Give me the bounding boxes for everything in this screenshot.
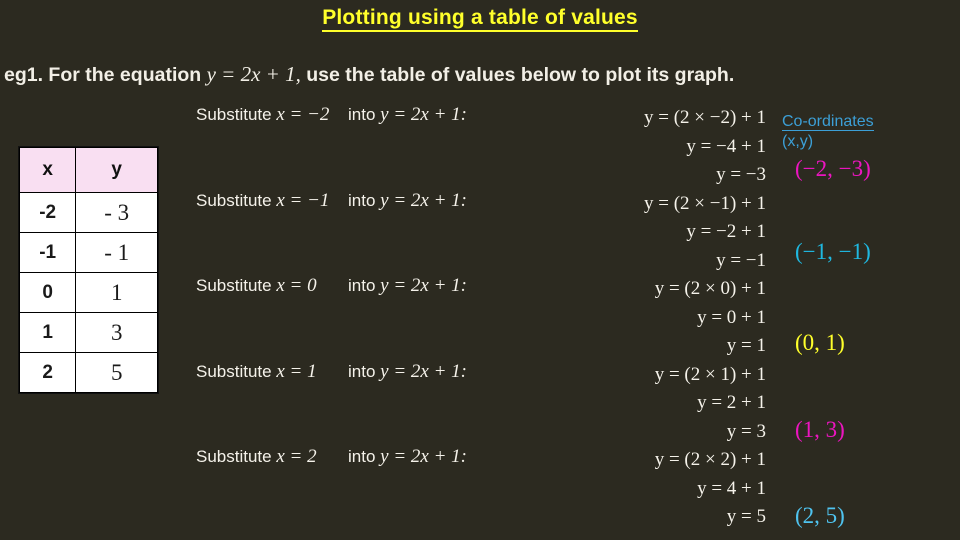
substitute-x-value: x = 0	[276, 275, 317, 296]
step-line: y = (2 × −1) + 1	[643, 192, 766, 214]
table-row: -1 - 1	[18, 232, 158, 273]
substitution-block: Substitute x = 1 into y = 2x + 1: y = (2 …	[196, 361, 766, 447]
substitute-x-value: x = 2	[276, 446, 317, 467]
step-line: y = (2 × 2) + 1	[654, 449, 766, 470]
substitute-label: Substitute	[196, 190, 272, 210]
step-line: y = 4 + 1	[697, 477, 766, 499]
substitution-steps: y = (2 × −1) + 1 y = −2 + 1 y = −1	[536, 190, 766, 276]
step-line: y = 0 + 1	[697, 306, 766, 328]
step-line: y = −3	[716, 164, 766, 185]
substitution-line: Substitute x = 0 into y = 2x + 1:	[196, 275, 523, 297]
cell-y: 1	[75, 272, 158, 313]
coordinate-pair: (2, 5)	[795, 503, 845, 528]
step-line: y = 1	[726, 335, 766, 356]
step-line: y = −2 + 1	[686, 221, 766, 242]
coordinate-pair: (−2, −3)	[795, 156, 871, 181]
cell-x: -2	[18, 192, 77, 233]
substitute-x-value: x = −1	[276, 189, 330, 211]
substitute-label: Substitute	[196, 361, 272, 381]
into-label: into	[348, 190, 376, 210]
step-line: y = (2 × 0) + 1	[654, 278, 766, 299]
step-line: y = (2 × 1) + 1	[654, 363, 766, 385]
substitute-equation: y = 2x + 1:	[380, 104, 467, 125]
substitution-block: Substitute x = 0 into y = 2x + 1: y = (2 …	[196, 275, 766, 361]
substitution-steps: y = (2 × 2) + 1 y = 4 + 1 y = 5	[536, 446, 766, 532]
cell-x: 2	[18, 352, 77, 393]
table-row: -2 - 3	[18, 192, 158, 233]
coordinate-pair: (0, 1)	[795, 330, 845, 355]
into-label: into	[348, 276, 376, 295]
page-title: Plotting using a table of values	[0, 6, 960, 32]
substitution-working: Substitute x = −2 into y = 2x + 1: y = (2…	[196, 104, 766, 532]
table-header-x: x	[18, 147, 77, 193]
step-line: y = 2 + 1	[697, 392, 766, 413]
substitution-steps: y = (2 × −2) + 1 y = −4 + 1 y = −3	[536, 104, 766, 190]
substitute-label: Substitute	[196, 447, 272, 466]
question-equation: y = 2x + 1,	[206, 62, 301, 86]
cell-x: -1	[18, 232, 77, 273]
substitute-x-value: x = 1	[276, 360, 317, 382]
substitute-label: Substitute	[196, 105, 272, 124]
table-row: 1 3	[18, 312, 158, 353]
cell-y: - 1	[75, 232, 158, 273]
table-of-values: x y -2 - 3 -1 - 1 0 1 1 3 2 5	[18, 147, 158, 393]
coordinate-pair: (1, 3)	[795, 417, 845, 442]
cell-y: 3	[75, 312, 158, 353]
cell-x: 0	[18, 272, 77, 313]
substitution-line: Substitute x = 1 into y = 2x + 1:	[196, 361, 523, 383]
substitution-block: Substitute x = −1 into y = 2x + 1: y = (2…	[196, 190, 766, 276]
table-row: 2 5	[18, 352, 158, 393]
substitution-block: Substitute x = 2 into y = 2x + 1: y = (2 …	[196, 446, 766, 532]
into-label: into	[348, 447, 376, 466]
question-prefix: eg1. For the equation	[4, 64, 202, 86]
table-header-row: x y	[18, 147, 158, 193]
substitute-x-value: x = −2	[276, 104, 330, 125]
slide-canvas: Plotting using a table of values eg1. Fo…	[0, 0, 960, 540]
cell-x: 1	[18, 312, 77, 353]
substitute-label: Substitute	[196, 276, 272, 295]
substitution-line: Substitute x = 2 into y = 2x + 1:	[196, 446, 523, 468]
coordinates-heading: Co-ordinates (x,y)	[782, 112, 874, 152]
substitution-line: Substitute x = −2 into y = 2x + 1:	[196, 104, 523, 126]
cell-y: - 3	[75, 192, 158, 233]
into-label: into	[348, 105, 376, 124]
substitution-steps: y = (2 × 1) + 1 y = 2 + 1 y = 3	[536, 361, 766, 447]
table-header-y: y	[75, 147, 158, 193]
substitution-steps: y = (2 × 0) + 1 y = 0 + 1 y = 1	[536, 275, 766, 361]
substitute-equation: y = 2x + 1:	[380, 360, 467, 382]
coordinates-subheading-text: (x,y)	[782, 133, 814, 150]
page-title-text: Plotting using a table of values	[322, 6, 638, 32]
step-line: y = −1	[716, 249, 766, 271]
step-line: y = −4 + 1	[686, 135, 766, 157]
substitute-equation: y = 2x + 1:	[380, 446, 467, 467]
step-line: y = (2 × −2) + 1	[643, 107, 766, 128]
table-row: 0 1	[18, 272, 158, 313]
question-suffix: use the table of values below to plot it…	[306, 64, 735, 86]
cell-y: 5	[75, 352, 158, 393]
step-line: y = 3	[726, 420, 766, 442]
substitution-block: Substitute x = −2 into y = 2x + 1: y = (2…	[196, 104, 766, 190]
coordinate-pair: (−1, −1)	[795, 239, 871, 264]
substitution-line: Substitute x = −1 into y = 2x + 1:	[196, 190, 523, 212]
step-line: y = 5	[726, 506, 766, 527]
coordinates-heading-text: Co-ordinates	[782, 113, 874, 131]
question-prompt: eg1. For the equation y = 2x + 1, use th…	[4, 62, 734, 87]
substitute-equation: y = 2x + 1:	[380, 189, 467, 211]
substitute-equation: y = 2x + 1:	[380, 275, 467, 296]
into-label: into	[348, 361, 376, 381]
